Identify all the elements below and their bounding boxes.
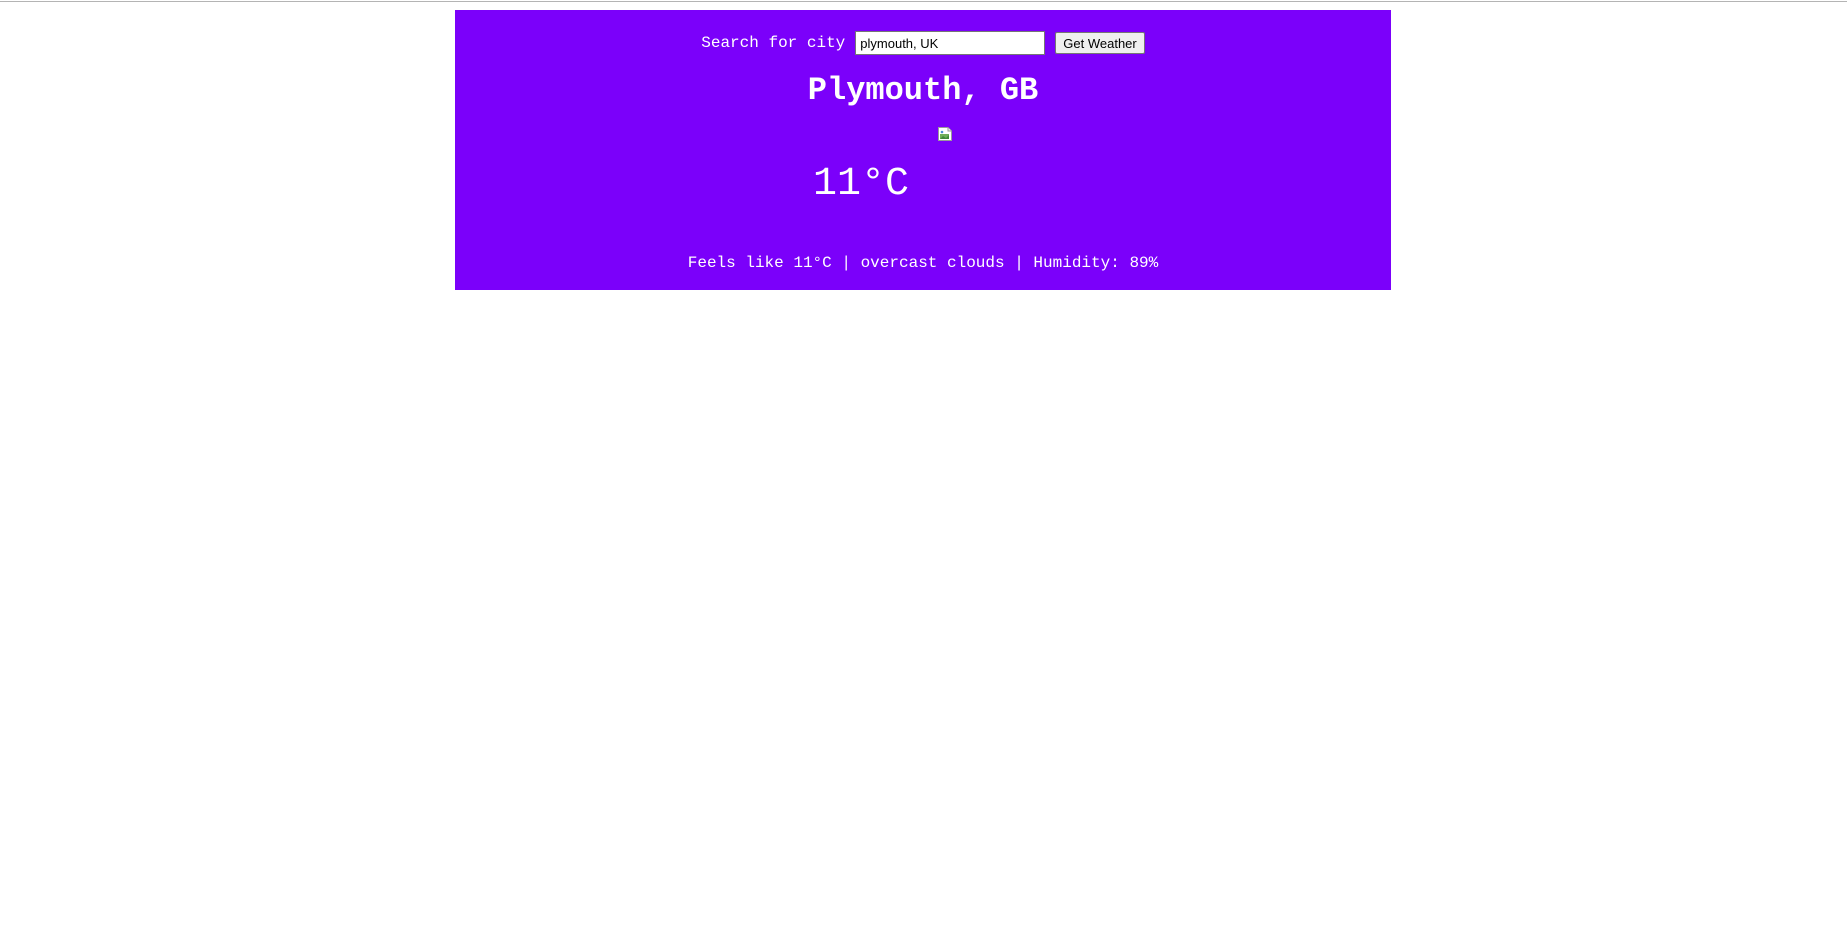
details-separator: | — [1004, 254, 1034, 272]
top-divider — [0, 1, 1847, 2]
temperature-value: 11°C — [813, 162, 910, 207]
location-title: Plymouth, GB — [807, 72, 1039, 109]
search-label: Search for city — [701, 34, 846, 52]
broken-image-icon — [937, 126, 953, 142]
humidity-text: Humidity: 89% — [1033, 254, 1159, 272]
weather-card: Search for city Get Weather Plymouth, GB… — [455, 10, 1391, 290]
get-weather-button[interactable]: Get Weather — [1055, 32, 1145, 54]
weather-details: Feels like 11°C | overcast clouds | Humi… — [455, 254, 1391, 272]
city-search-input[interactable] — [855, 31, 1046, 55]
weather-description: overcast clouds — [860, 254, 1005, 272]
search-row: Search for city Get Weather — [455, 30, 1391, 56]
details-separator: | — [831, 254, 861, 272]
feels-like-text: Feels like 11°C — [687, 254, 832, 272]
